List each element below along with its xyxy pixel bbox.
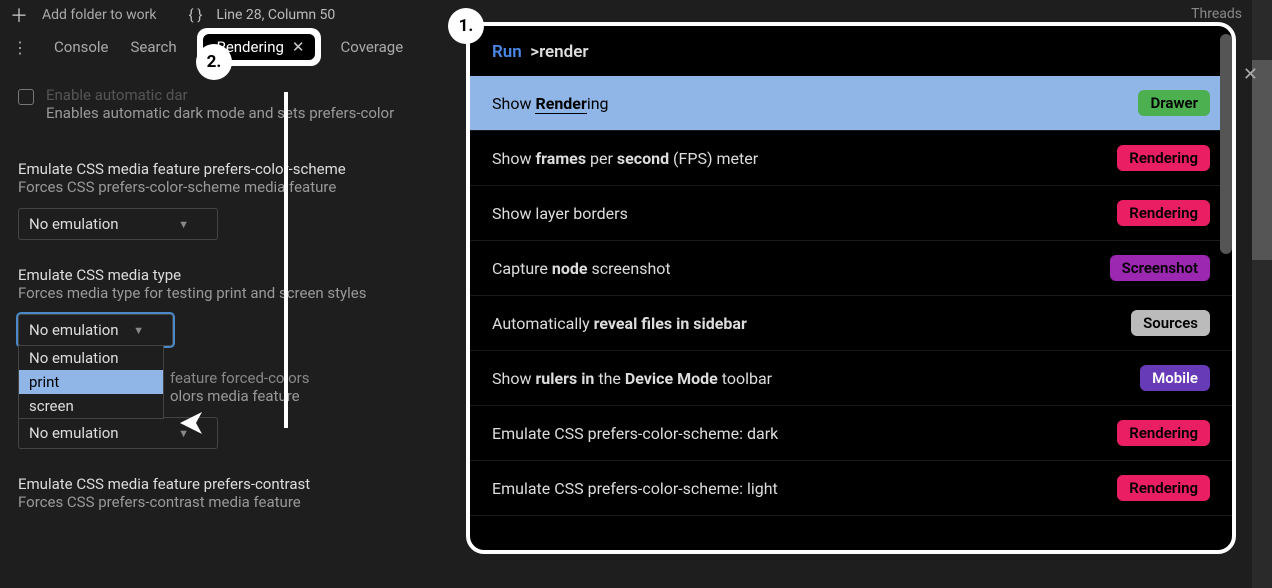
command-item[interactable]: Show Rendering Drawer xyxy=(470,76,1232,131)
media-type-select[interactable]: No emulation ▼ xyxy=(18,314,173,346)
step-badge-2: 2. xyxy=(196,44,232,80)
cursor-position: Line 28, Column 50 xyxy=(216,7,335,23)
threads-label: Threads xyxy=(1191,6,1242,22)
dark-mode-checkbox[interactable] xyxy=(18,89,34,105)
command-item[interactable]: Capture node screenshot Screenshot xyxy=(470,241,1232,296)
command-item[interactable]: Automatically reveal files in sidebar Sou… xyxy=(470,296,1232,351)
tab-coverage[interactable]: Coverage xyxy=(339,34,406,60)
media-type-title: Emulate CSS media type xyxy=(18,266,458,284)
rendering-panel: Enable automatic dar Enables automatic d… xyxy=(18,86,458,523)
command-list: Show Rendering Drawer Show frames per seco… xyxy=(470,76,1232,516)
close-drawer-icon[interactable]: ✕ xyxy=(1243,64,1258,85)
option-screen[interactable]: screen xyxy=(19,394,163,418)
command-item[interactable]: Emulate CSS prefers-color-scheme: dark Re… xyxy=(470,406,1232,461)
media-type-desc: Forces media type for testing print and … xyxy=(18,284,458,302)
command-item-label: Show rulers in the Device Mode toolbar xyxy=(492,369,772,388)
command-item-badge: Rendering xyxy=(1117,200,1210,226)
forced-colors-frag-desc: olors media feature xyxy=(170,387,458,405)
command-item-label: Capture node screenshot xyxy=(492,259,671,278)
prefers-contrast-title: Emulate CSS media feature prefers-contra… xyxy=(18,475,458,493)
command-item[interactable]: Show rulers in the Device Mode toolbar Mo… xyxy=(470,351,1232,406)
media-type-options: No emulation print screen xyxy=(18,345,164,419)
forced-colors-frag-title: feature forced-colors xyxy=(170,369,458,387)
run-label: Run xyxy=(492,42,522,62)
kebab-icon[interactable]: ⋮ xyxy=(6,38,34,57)
select-value: No emulation xyxy=(29,321,119,339)
command-scrollbar[interactable] xyxy=(1220,34,1232,254)
select-value: No emulation xyxy=(29,424,119,442)
command-item-badge: Rendering xyxy=(1117,420,1210,446)
annotation-arrow xyxy=(284,92,288,428)
chevron-down-icon: ▼ xyxy=(133,324,144,337)
dark-mode-title: Enable automatic dar xyxy=(46,86,394,104)
select-value: No emulation xyxy=(29,215,119,233)
prefers-color-scheme-select[interactable]: No emulation ▼ xyxy=(18,208,218,240)
close-icon[interactable]: ✕ xyxy=(292,38,305,56)
command-item[interactable]: Show frames per second (FPS) meter Render… xyxy=(470,131,1232,186)
command-item-badge: Screenshot xyxy=(1110,255,1210,281)
command-item-label: Automatically reveal files in sidebar xyxy=(492,314,747,333)
command-menu: Run >render Show Rendering Drawer Show fra… xyxy=(466,22,1236,554)
command-item[interactable]: Emulate CSS prefers-color-scheme: light R… xyxy=(470,461,1232,516)
option-no-emulation[interactable]: No emulation xyxy=(19,346,163,370)
prefers-color-scheme-title: Emulate CSS media feature prefers-color-… xyxy=(18,160,458,178)
plus-icon[interactable]: ＋ xyxy=(10,2,28,28)
prefers-contrast-desc: Forces CSS prefers-contrast media featur… xyxy=(18,493,458,511)
command-item-label: Show layer borders xyxy=(492,204,628,223)
command-query: >render xyxy=(526,42,589,62)
command-item[interactable]: Show layer borders Rendering xyxy=(470,186,1232,241)
outer-scrollbar[interactable] xyxy=(1252,0,1272,588)
command-item-badge: Sources xyxy=(1131,310,1210,336)
command-item-badge: Mobile xyxy=(1140,365,1210,391)
chevron-down-icon: ▼ xyxy=(178,218,189,231)
step-badge-1: 1. xyxy=(448,8,484,44)
braces-icon[interactable]: { } xyxy=(188,6,202,24)
command-item-label: Show frames per second (FPS) meter xyxy=(492,149,758,168)
tab-console[interactable]: Console xyxy=(52,34,111,60)
command-input[interactable]: Run >render xyxy=(470,26,1232,76)
command-item-badge: Drawer xyxy=(1138,90,1210,116)
command-item-badge: Rendering xyxy=(1117,475,1210,501)
command-item-badge: Rendering xyxy=(1117,145,1210,171)
command-item-label: Emulate CSS prefers-color-scheme: dark xyxy=(492,424,778,443)
command-item-label: Emulate CSS prefers-color-scheme: light xyxy=(492,479,778,498)
arrow-head-icon xyxy=(176,408,206,442)
command-item-label: Show Rendering xyxy=(492,94,609,113)
add-folder-button[interactable]: Add folder to work xyxy=(42,7,156,23)
tab-search[interactable]: Search xyxy=(129,34,179,60)
option-print[interactable]: print xyxy=(19,370,163,394)
prefers-color-scheme-desc: Forces CSS prefers-color-scheme media fe… xyxy=(18,178,458,196)
dark-mode-desc: Enables automatic dark mode and sets pre… xyxy=(46,104,394,122)
